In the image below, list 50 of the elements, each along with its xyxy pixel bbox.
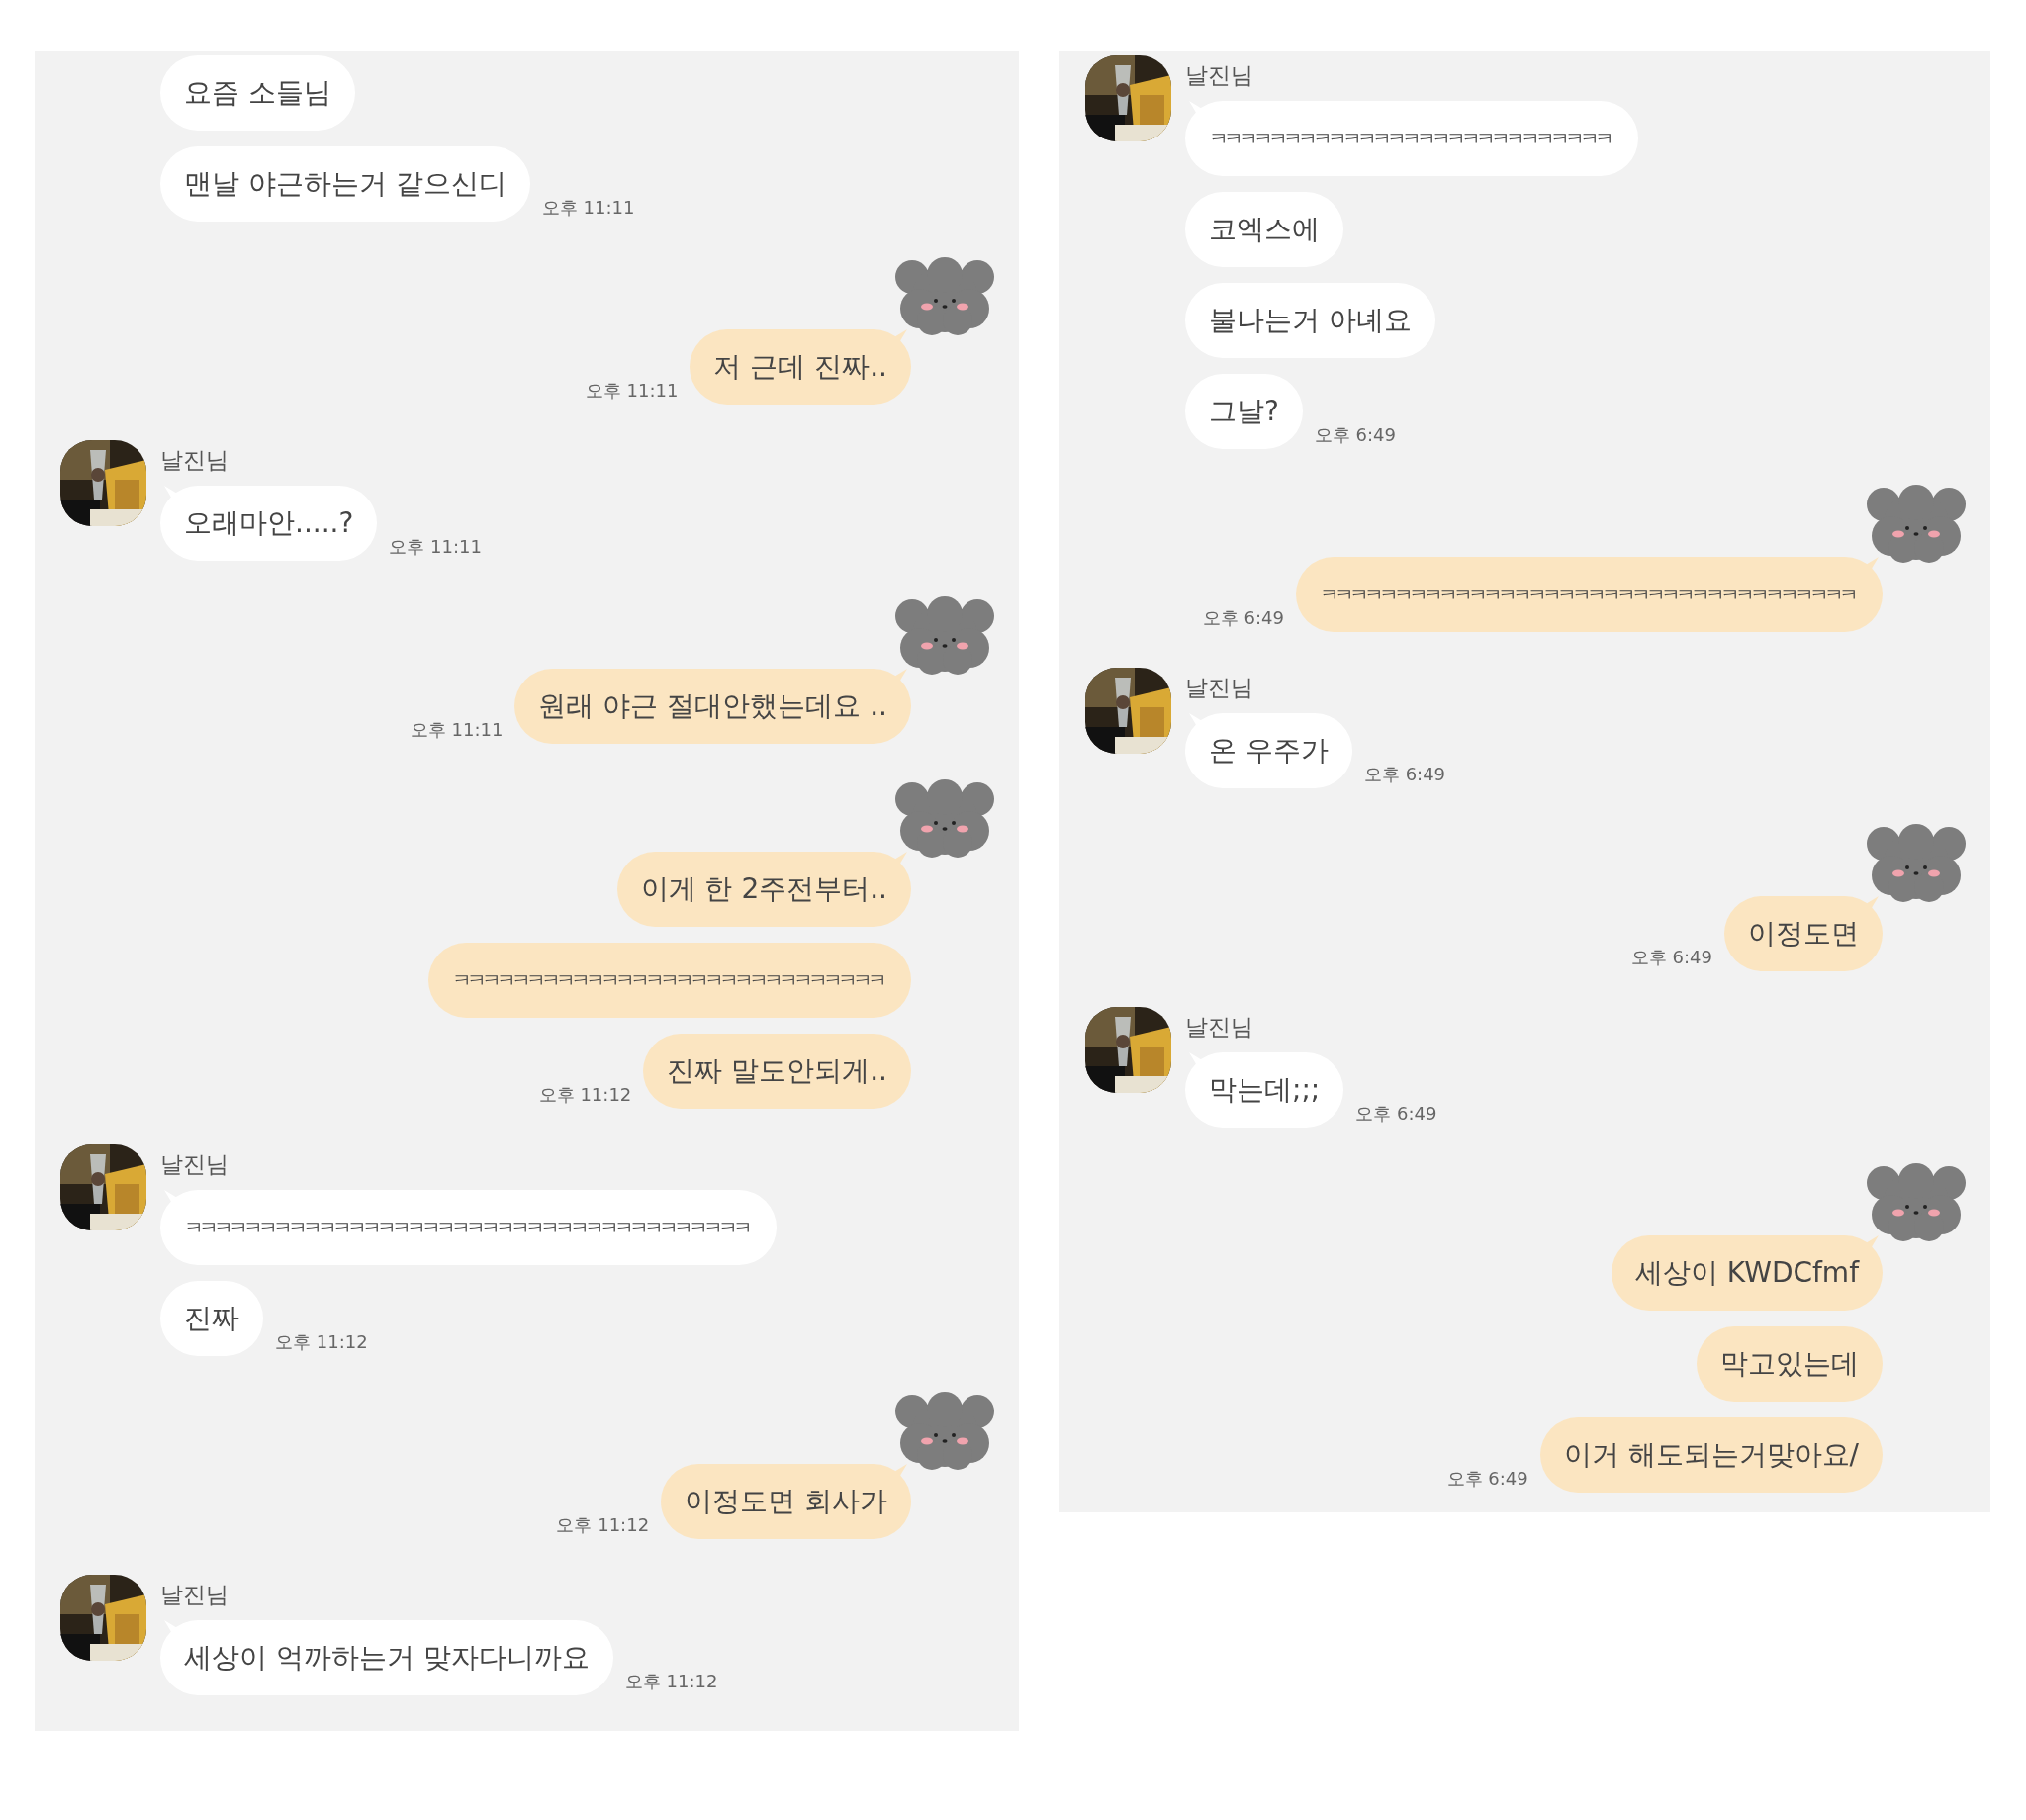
sender-name: 날진님 [1185, 1013, 1254, 1042]
message-bubble: 세상이 억까하는거 맞자다니까요 [160, 1620, 613, 1695]
message-bubble: 이게 한 2주전부터.. [616, 852, 911, 927]
message-bubble: 이정도면 회사가 [661, 1464, 911, 1539]
message-bubble: ㅋㅋㅋㅋㅋㅋㅋㅋㅋㅋㅋㅋㅋㅋㅋㅋㅋㅋㅋㅋㅋㅋㅋㅋㅋㅋㅋㅋㅋ [428, 943, 911, 1018]
message-bubble: ㅋㅋㅋㅋㅋㅋㅋㅋㅋㅋㅋㅋㅋㅋㅋㅋㅋㅋㅋㅋㅋㅋㅋㅋㅋㅋㅋㅋㅋㅋㅋㅋㅋㅋㅋㅋㅋㅋ [160, 1190, 777, 1265]
sender-name: 날진님 [1185, 674, 1254, 702]
message-bubble: 온 우주가 [1185, 713, 1352, 788]
timestamp: 오후 11:11 [389, 535, 482, 559]
timestamp: 오후 11:11 [585, 379, 679, 403]
message-bubble: 요즘 소들님 [160, 55, 355, 131]
message-bubble: 오래마안.....? [160, 486, 378, 561]
timestamp: 오후 11:12 [538, 1083, 632, 1107]
message-bubble: 불나는거 아녜요 [1185, 283, 1435, 358]
timestamp: 오후 6:49 [1314, 423, 1397, 447]
timestamp: 오후 6:49 [1363, 763, 1446, 786]
message-bubble: 막고있는데 [1697, 1326, 1883, 1402]
timestamp: 오후 6:49 [1630, 946, 1712, 969]
message-bubble: 세상이 KWDCfmf [1611, 1235, 1883, 1311]
message-bubble: 저 근데 진짜.. [690, 329, 911, 405]
bear-avatar[interactable] [1864, 485, 1969, 565]
message-bubble: 그날? [1185, 374, 1303, 449]
bear-avatar[interactable] [1864, 1163, 1969, 1243]
message-bubble: 이정도면 [1724, 896, 1883, 971]
bear-avatar[interactable] [892, 257, 997, 337]
message-bubble: 원래 야근 절대안했는데요 .. [514, 669, 911, 744]
message-bubble: ㅋㅋㅋㅋㅋㅋㅋㅋㅋㅋㅋㅋㅋㅋㅋㅋㅋㅋㅋㅋㅋㅋㅋㅋㅋㅋㅋ [1185, 101, 1638, 176]
sender-name: 날진님 [1185, 61, 1254, 90]
message-bubble: 맨날 야근하는거 같으신디 [160, 146, 530, 222]
timestamp: 오후 6:49 [1446, 1467, 1528, 1491]
timestamp: 오후 6:49 [1202, 606, 1284, 630]
timestamp: 오후 11:12 [556, 1513, 650, 1537]
timestamp: 오후 11:12 [624, 1670, 718, 1693]
bear-avatar[interactable] [1864, 824, 1969, 904]
bear-avatar[interactable] [892, 1392, 997, 1472]
message-bubble: 이거 해도되는거맞아요/ [1539, 1417, 1883, 1493]
message-bubble: 진짜 [160, 1281, 263, 1356]
bear-avatar[interactable] [892, 779, 997, 860]
sender-name: 날진님 [160, 1581, 230, 1609]
message-bubble: 코엑스에 [1185, 192, 1343, 267]
bear-avatar[interactable] [892, 596, 997, 677]
timestamp: 오후 6:49 [1355, 1102, 1437, 1126]
timestamp: 오후 11:12 [275, 1330, 368, 1354]
timestamp: 오후 11:11 [541, 196, 635, 220]
message-bubble: 진짜 말도안되게.. [643, 1034, 911, 1109]
message-bubble: ㅋㅋㅋㅋㅋㅋㅋㅋㅋㅋㅋㅋㅋㅋㅋㅋㅋㅋㅋㅋㅋㅋㅋㅋㅋㅋㅋㅋㅋㅋㅋㅋㅋㅋㅋㅋ [1296, 557, 1883, 632]
sender-name: 날진님 [160, 446, 230, 475]
sender-name: 날진님 [160, 1150, 230, 1179]
timestamp: 오후 11:11 [410, 718, 504, 742]
message-bubble: 막는데;;; [1185, 1052, 1344, 1128]
